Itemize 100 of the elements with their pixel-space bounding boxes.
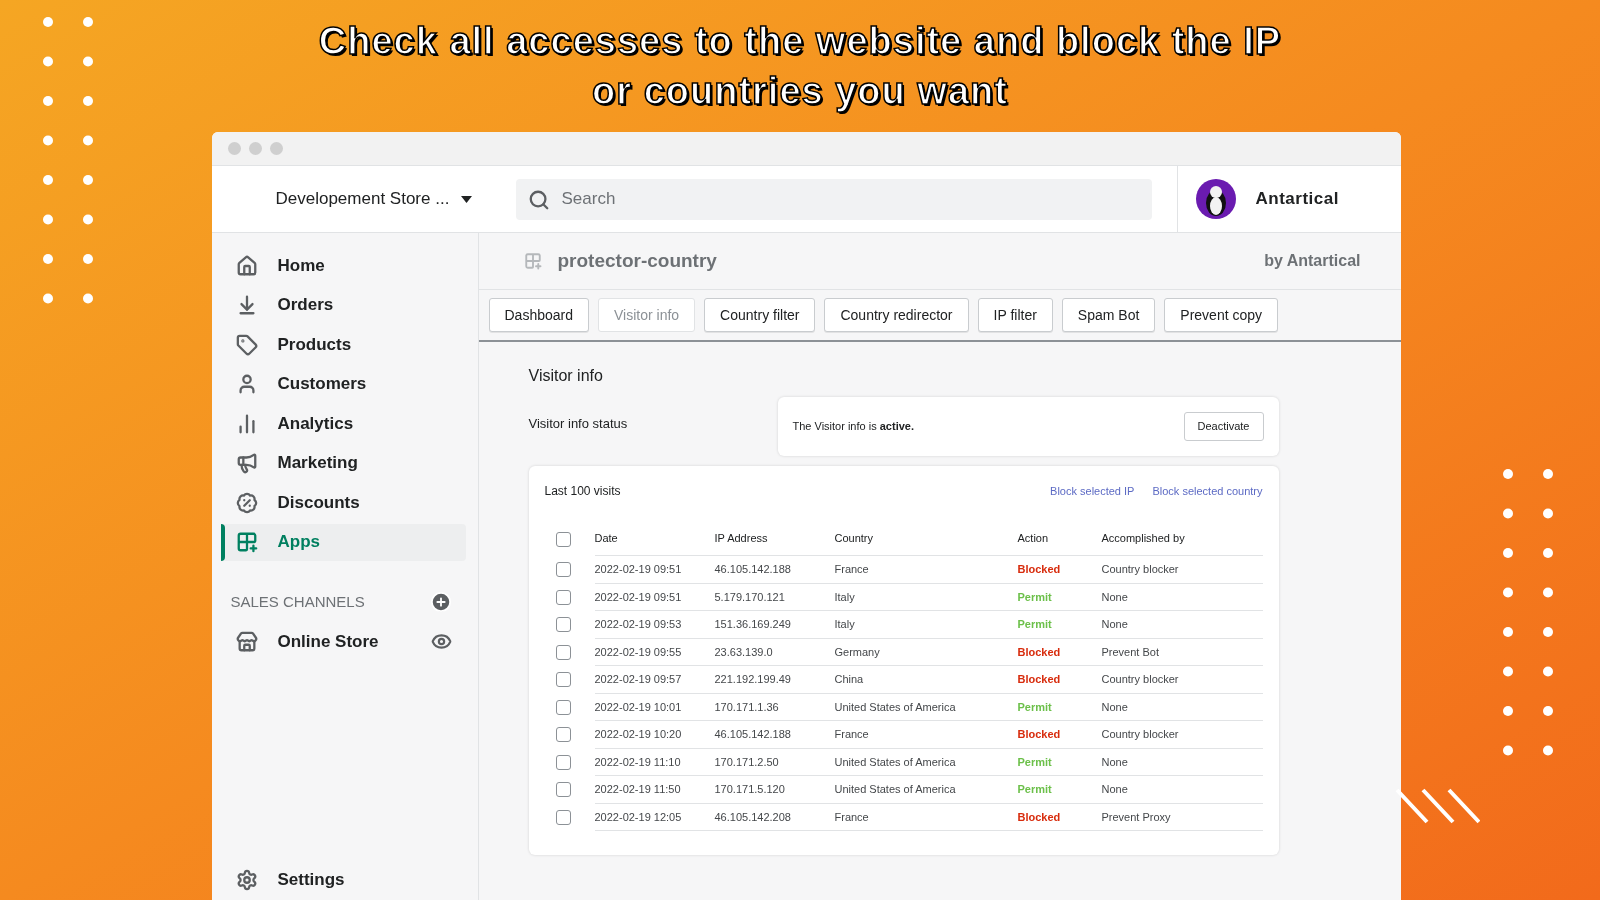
table-cell-text: 46.105.142.188 xyxy=(714,727,791,742)
checkbox[interactable] xyxy=(555,754,571,770)
table-cell-text: 46.105.142.188 xyxy=(714,562,791,577)
action-status: Blocked xyxy=(1017,809,1061,825)
table-cell-text: 2022-02-19 12:05 xyxy=(594,809,682,825)
vendor-name: by Antartical xyxy=(1264,251,1361,271)
store-selector[interactable]: Developement Store ... xyxy=(275,186,476,212)
column-header: Action xyxy=(1017,531,1049,547)
tag-icon xyxy=(235,333,258,356)
sidebar-item[interactable]: Apps xyxy=(220,523,466,561)
action-status: Permit xyxy=(1017,699,1052,715)
megaphone-icon xyxy=(235,452,258,474)
checkbox[interactable] xyxy=(555,782,571,798)
checkbox[interactable] xyxy=(555,644,571,660)
settings-icon xyxy=(235,868,258,891)
action-status: Permit xyxy=(1017,782,1052,797)
table-cell-text: None xyxy=(1101,617,1128,632)
sidebar-item[interactable]: Online Store xyxy=(235,623,379,660)
table-cell-text: Prevent Bot xyxy=(1101,644,1159,660)
section-heading: SALES CHANNELS xyxy=(230,591,365,612)
table-cell-text: Germany xyxy=(834,644,880,660)
action-status: Permit xyxy=(1017,589,1052,605)
action-status: Permit xyxy=(1017,754,1052,770)
table-cell-text: 151.36.169.249 xyxy=(714,617,791,632)
caret-icon xyxy=(461,195,473,203)
sidebar-item[interactable]: Analytics xyxy=(220,405,466,442)
percent-badge-icon xyxy=(235,491,258,514)
table-cell-text: Prevent Proxy xyxy=(1101,809,1171,825)
app-icon xyxy=(523,252,542,270)
table-cell-text: Country blocker xyxy=(1101,727,1179,742)
table-cell-text: 2022-02-19 09:51 xyxy=(594,589,682,605)
sidebar-item[interactable]: Marketing xyxy=(220,444,466,482)
headline: Check all accesses to the website and block the IP or countries you want xyxy=(317,19,1283,114)
column-header: Country xyxy=(834,531,874,547)
tab[interactable]: Dashboard xyxy=(488,298,589,332)
search-field[interactable]: Search xyxy=(515,178,1152,220)
add-icon[interactable] xyxy=(429,591,452,613)
table-cell-text: Country blocker xyxy=(1101,562,1179,577)
table-cell-text: China xyxy=(834,672,864,687)
eye-icon[interactable] xyxy=(430,631,452,652)
tab[interactable]: Country redirector xyxy=(824,298,969,332)
action-status: Permit xyxy=(1017,617,1052,632)
checkbox[interactable] xyxy=(555,727,571,743)
table-cell-text: Country blocker xyxy=(1101,672,1179,687)
card-title: Last 100 visits xyxy=(544,483,621,500)
column-header: Accomplished by xyxy=(1101,531,1185,547)
store-icon xyxy=(235,630,258,653)
table-cell-text: United States of America xyxy=(834,754,956,770)
checkbox[interactable] xyxy=(555,562,571,578)
grid-plus-icon xyxy=(235,531,258,553)
checkbox[interactable] xyxy=(555,672,571,688)
home-icon xyxy=(235,254,258,277)
table-cell-text: Italy xyxy=(834,589,855,605)
checkbox[interactable] xyxy=(555,699,571,715)
checkbox[interactable] xyxy=(555,589,571,605)
sidebar-item[interactable]: Discounts xyxy=(220,484,466,521)
sidebar-item[interactable]: Orders xyxy=(220,286,466,324)
table-cell-text: United States of America xyxy=(834,782,956,797)
table-cell-text: Italy xyxy=(834,617,855,632)
app-title: protector-country xyxy=(557,248,717,273)
table-cell-text: None xyxy=(1101,754,1128,770)
section-title: Visitor info xyxy=(528,366,604,386)
checkbox[interactable] xyxy=(555,617,571,633)
action-status: Blocked xyxy=(1017,562,1061,577)
table-cell-text: 2022-02-19 10:20 xyxy=(594,727,682,742)
table-cell-text: France xyxy=(834,562,869,577)
tab[interactable]: Prevent copy xyxy=(1164,298,1279,332)
deactivate-button[interactable]: Deactivate xyxy=(1183,412,1264,441)
sidebar-item[interactable]: Settings xyxy=(235,861,478,898)
table-cell-text: 23.63.139.0 xyxy=(714,644,773,660)
table-cell-text: 2022-02-19 11:10 xyxy=(594,754,681,770)
search-icon xyxy=(527,188,550,211)
status-label: Visitor info status xyxy=(528,415,629,433)
table-cell-text: 2022-02-19 10:01 xyxy=(594,699,682,715)
action-link[interactable]: Block selected IP xyxy=(1050,482,1135,500)
table-cell-text: 5.179.170.121 xyxy=(714,589,785,605)
table-cell-text: United States of America xyxy=(834,699,956,715)
table-cell-text: 170.171.1.36 xyxy=(714,699,779,715)
action-status: Blocked xyxy=(1017,727,1061,742)
table-cell-text: 2022-02-19 09:51 xyxy=(594,562,682,577)
user-name: Antartical xyxy=(1255,188,1339,211)
checkbox[interactable] xyxy=(555,809,571,825)
column-header: Date xyxy=(594,531,618,547)
table-cell-text: 46.105.142.208 xyxy=(714,809,791,825)
action-link[interactable]: Block selected country xyxy=(1152,482,1263,500)
table-cell-text: 2022-02-19 09:57 xyxy=(594,672,682,687)
table-cell-text: None xyxy=(1101,782,1128,797)
tab[interactable]: Spam Bot xyxy=(1061,298,1156,332)
table-cell-text: 170.171.2.50 xyxy=(714,754,779,770)
table-cell-text: 2022-02-19 11:50 xyxy=(594,782,681,797)
sidebar-item[interactable]: Home xyxy=(220,247,466,284)
tab[interactable]: IP filter xyxy=(977,298,1053,332)
tab[interactable]: Country filter xyxy=(704,298,816,332)
checkbox[interactable] xyxy=(555,531,571,547)
action-status: Blocked xyxy=(1017,672,1061,687)
action-status: Blocked xyxy=(1017,644,1061,660)
sidebar-item[interactable]: Products xyxy=(220,326,466,363)
sidebar-item[interactable]: Customers xyxy=(220,365,466,403)
status-text: The Visitor info is active. xyxy=(792,419,914,435)
column-header: IP Address xyxy=(714,531,768,547)
